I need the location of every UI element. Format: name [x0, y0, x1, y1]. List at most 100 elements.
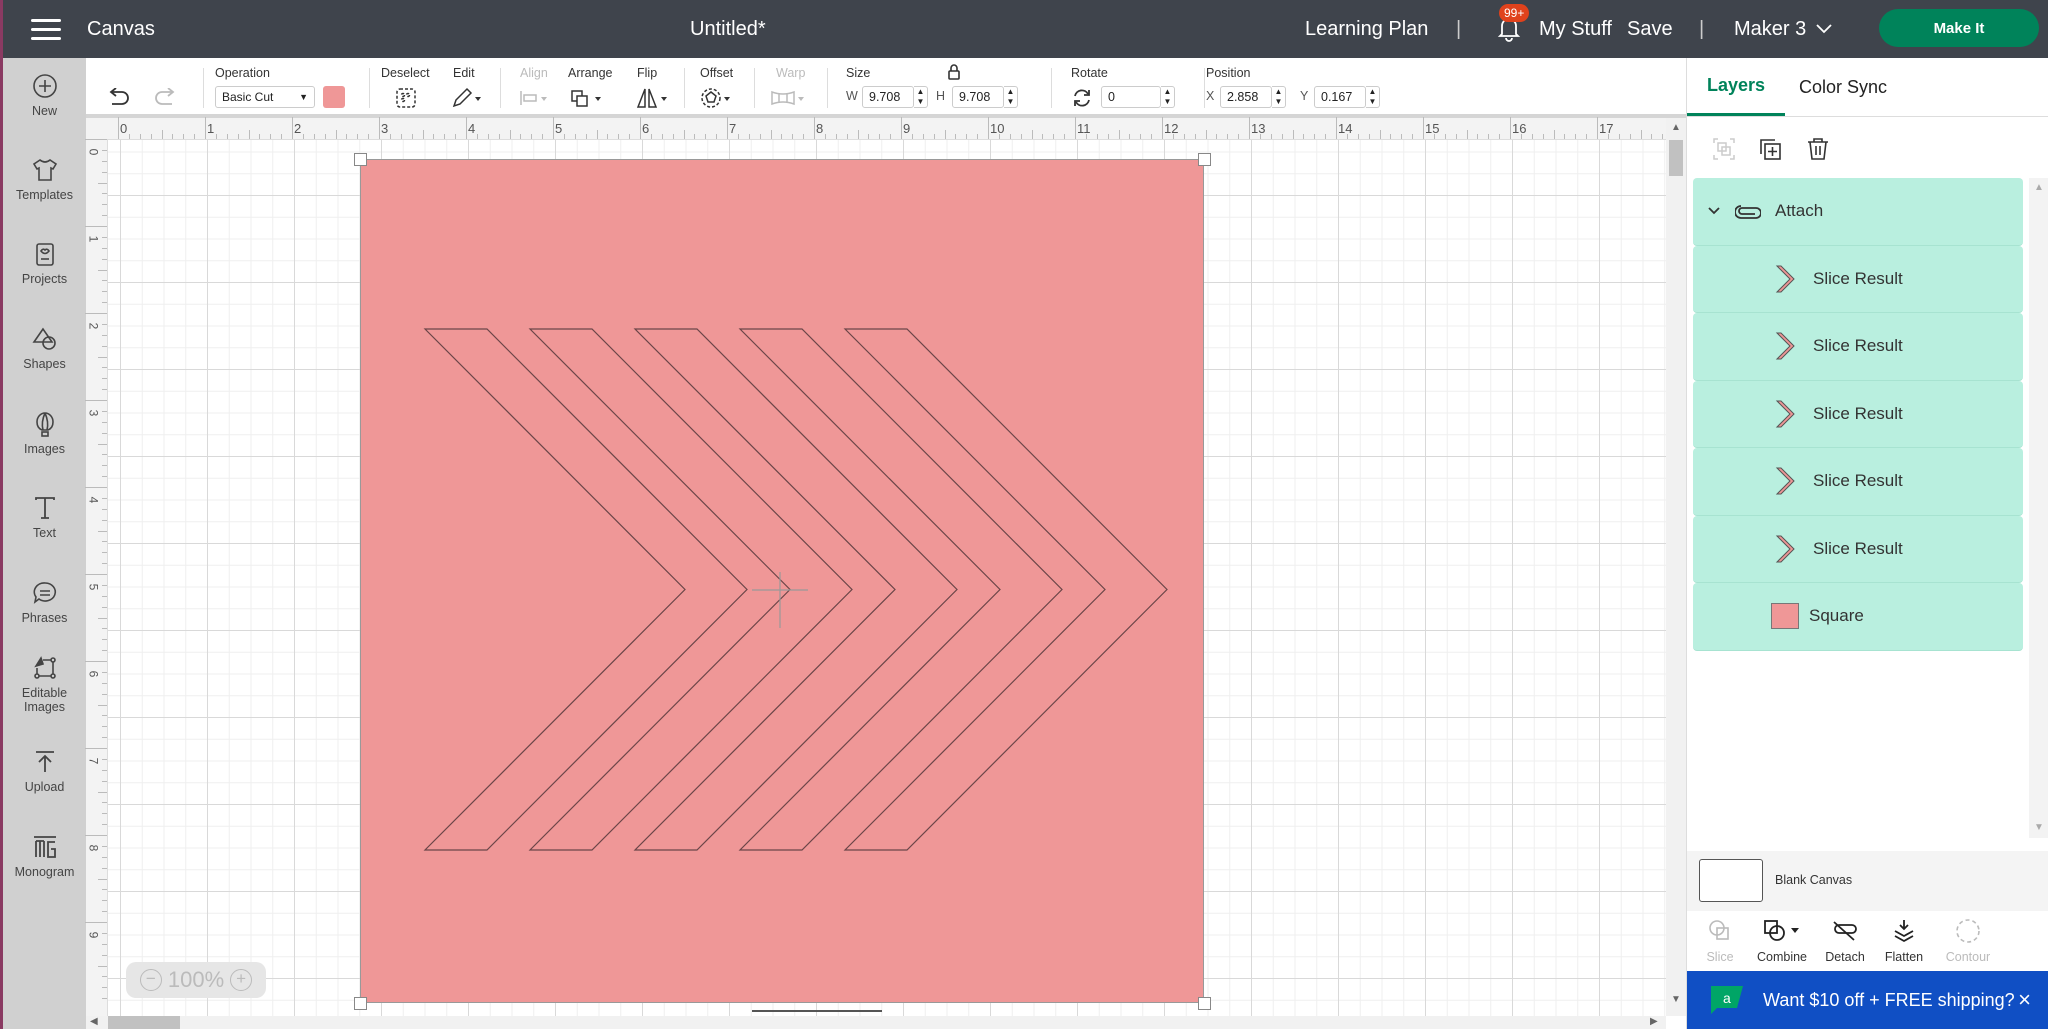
chevron-down-icon[interactable] — [1707, 206, 1721, 216]
layer-item[interactable]: Slice Result — [1693, 380, 2023, 448]
document-title[interactable]: Untitled* — [690, 0, 766, 58]
resize-handle-bottom-right[interactable] — [1198, 997, 1211, 1010]
group-button[interactable] — [1711, 136, 1739, 164]
canvas-vertical-scrollbar[interactable]: ▲ ▼ — [1666, 118, 1686, 1016]
design-canvas[interactable]: − 100% + — [108, 140, 1666, 1016]
rotate-stepper[interactable]: ▲ ▼ — [1161, 86, 1175, 108]
combine-button[interactable]: Combine — [1751, 918, 1813, 964]
nav-monogram[interactable]: Monogram — [3, 833, 86, 879]
nav-templates[interactable]: Templates — [3, 156, 86, 202]
nav-text[interactable]: Text — [3, 494, 86, 540]
operation-value: Basic Cut — [222, 90, 274, 104]
ruler-tick — [1401, 134, 1403, 139]
deselect-button[interactable] — [395, 86, 417, 110]
nav-projects[interactable]: Projects — [3, 240, 86, 286]
chevron-shape-icon — [1775, 535, 1795, 563]
machine-select[interactable]: Maker 3 — [1734, 0, 1832, 58]
lock-aspect-button[interactable] — [946, 64, 962, 85]
zoom-in-button[interactable]: + — [230, 969, 253, 991]
flatten-button[interactable]: Flatten — [1873, 918, 1935, 964]
offset-button[interactable] — [700, 86, 734, 110]
ruler-tick — [102, 215, 107, 217]
nav-editable-images[interactable]: Editable Images — [3, 654, 86, 714]
scroll-down-icon[interactable]: ▼ — [1671, 994, 1681, 1005]
hamburger-menu-button[interactable] — [31, 0, 61, 58]
y-input[interactable]: 0.167 — [1314, 86, 1366, 108]
warp-button[interactable] — [770, 86, 808, 110]
save-button[interactable]: Save — [1627, 0, 1673, 58]
layer-item[interactable]: Slice Result — [1693, 448, 2023, 516]
layer-item[interactable]: Slice Result — [1693, 515, 2023, 583]
rotate-input[interactable]: 0 — [1101, 86, 1161, 108]
ruler-tick — [966, 134, 968, 139]
slice-button[interactable]: Slice — [1689, 918, 1751, 964]
tab-color-sync[interactable]: Color Sync — [1799, 58, 1887, 116]
make-it-button[interactable]: Make It — [1879, 9, 2039, 47]
layer-item[interactable]: Attach — [1693, 178, 2023, 246]
scroll-up-icon[interactable]: ▲ — [1671, 122, 1681, 133]
blank-canvas-row[interactable]: Blank Canvas — [1687, 851, 2048, 911]
layer-item[interactable]: Slice Result — [1693, 245, 2023, 313]
rotate-button[interactable] — [1071, 86, 1093, 110]
tab-layers[interactable]: Layers — [1687, 58, 1786, 116]
promo-close-button[interactable]: × — [2018, 987, 2031, 1013]
width-input[interactable]: 9.708 — [862, 86, 914, 108]
nav-shapes[interactable]: Shapes — [3, 325, 86, 371]
blank-canvas-thumbnail[interactable] — [1699, 859, 1763, 902]
selected-design-square[interactable] — [360, 159, 1204, 1003]
ruler-tick — [1423, 117, 1424, 139]
scroll-left-icon[interactable]: ◀ — [90, 1016, 98, 1027]
ruler-tick — [890, 134, 892, 139]
operation-color-swatch[interactable] — [323, 86, 345, 108]
resize-handle-top-left[interactable] — [354, 153, 367, 166]
ruler-tick — [1531, 134, 1533, 139]
zoom-out-button[interactable]: − — [139, 969, 162, 991]
edit-button[interactable] — [451, 86, 481, 110]
my-stuff-link[interactable]: My Stuff — [1539, 0, 1612, 58]
height-stepper[interactable]: ▲ ▼ — [1004, 86, 1018, 108]
ruler-tick — [161, 130, 163, 139]
ruler-tick-label: 7 — [86, 757, 101, 765]
position-label: Position — [1206, 66, 1251, 80]
flip-button[interactable] — [635, 86, 669, 110]
layer-item[interactable]: Square — [1693, 583, 2023, 651]
ruler-tick — [102, 628, 107, 630]
nav-new[interactable]: New — [3, 72, 86, 118]
operation-select[interactable]: Basic Cut ▼ — [215, 86, 315, 108]
delete-button[interactable] — [1805, 136, 1833, 164]
detach-button[interactable]: Detach — [1814, 918, 1876, 964]
canvas-horizontal-scrollbar[interactable]: ◀ ▶ — [86, 1016, 1666, 1029]
height-input[interactable]: 9.708 — [952, 86, 1004, 108]
horizontal-scroll-thumb[interactable] — [108, 1016, 180, 1029]
nav-upload[interactable]: Upload — [3, 748, 86, 794]
duplicate-button[interactable] — [1757, 136, 1785, 164]
promo-banner[interactable]: a Want $10 off + FREE shipping? × — [1687, 971, 2048, 1029]
layer-tools — [1687, 130, 2048, 174]
x-input[interactable]: 2.858 — [1220, 86, 1272, 108]
scroll-up-icon[interactable]: ▲ — [2034, 182, 2044, 193]
redo-button[interactable] — [152, 86, 178, 110]
resize-handle-bottom-left[interactable] — [354, 997, 367, 1010]
learning-plan-link[interactable]: Learning Plan — [1305, 0, 1428, 58]
ruler-tick — [1259, 134, 1261, 139]
action-label: Flatten — [1884, 950, 1924, 964]
layers-scrollbar[interactable]: ▲ ▼ — [2029, 178, 2048, 838]
x-stepper[interactable]: ▲ ▼ — [1272, 86, 1286, 108]
ruler-tick-label: 15 — [1425, 121, 1440, 136]
contour-button[interactable]: Contour — [1937, 918, 1999, 964]
nav-images[interactable]: Images — [3, 410, 86, 456]
nav-phrases[interactable]: Phrases — [3, 579, 86, 625]
vertical-scroll-thumb[interactable] — [1669, 140, 1683, 176]
align-button[interactable] — [518, 86, 548, 110]
width-stepper[interactable]: ▲ ▼ — [914, 86, 928, 108]
arrange-button[interactable] — [570, 86, 604, 110]
y-stepper[interactable]: ▲ ▼ — [1366, 86, 1380, 108]
ruler-tick — [102, 160, 107, 162]
scroll-down-icon[interactable]: ▼ — [2034, 822, 2044, 833]
resize-handle-top-right[interactable] — [1198, 153, 1211, 166]
scroll-right-icon[interactable]: ▶ — [1650, 1016, 1658, 1027]
ruler-tick — [102, 584, 107, 586]
layer-item[interactable]: Slice Result — [1693, 313, 2023, 381]
undo-button[interactable] — [106, 86, 132, 110]
ruler-tick — [102, 345, 107, 347]
